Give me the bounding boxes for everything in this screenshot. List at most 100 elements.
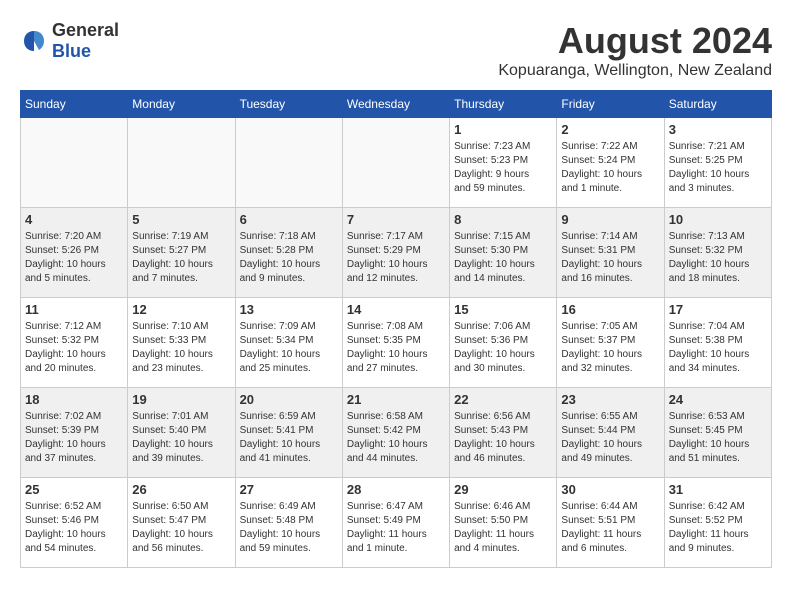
day-number: 28	[347, 482, 445, 497]
day-info: Sunrise: 6:50 AM Sunset: 5:47 PM Dayligh…	[132, 500, 230, 556]
day-number: 23	[561, 392, 659, 407]
calendar-cell: 12 Sunrise: 7:10 AM Sunset: 5:33 PM Dayli…	[128, 298, 235, 388]
weekday-header-row: SundayMondayTuesdayWednesdayThursdayFrid…	[21, 91, 772, 118]
calendar-cell: 1 Sunrise: 7:23 AM Sunset: 5:23 PM Daylig…	[450, 118, 557, 208]
calendar-cell: 25 Sunrise: 6:52 AM Sunset: 5:46 PM Dayli…	[21, 478, 128, 568]
calendar-cell	[235, 118, 342, 208]
calendar-cell: 28 Sunrise: 6:47 AM Sunset: 5:49 PM Dayli…	[342, 478, 449, 568]
day-number: 2	[561, 122, 659, 137]
calendar-cell: 31Sunrise: 6:42 AM Sunset: 5:52 PM Dayli…	[664, 478, 771, 568]
day-number: 30	[561, 482, 659, 497]
weekday-header-wednesday: Wednesday	[342, 91, 449, 118]
day-number: 17	[669, 302, 767, 317]
day-info: Sunrise: 7:15 AM Sunset: 5:30 PM Dayligh…	[454, 230, 552, 286]
page-header: General Blue August 2024 Kopuaranga, Wel…	[20, 20, 772, 80]
calendar-cell: 19 Sunrise: 7:01 AM Sunset: 5:40 PM Dayli…	[128, 388, 235, 478]
calendar-cell: 17 Sunrise: 7:04 AM Sunset: 5:38 PM Dayli…	[664, 298, 771, 388]
day-number: 20	[240, 392, 338, 407]
day-number: 19	[132, 392, 230, 407]
logo: General Blue	[20, 20, 119, 62]
day-number: 18	[25, 392, 123, 407]
day-info: Sunrise: 6:42 AM Sunset: 5:52 PM Dayligh…	[669, 500, 767, 556]
calendar-cell: 18 Sunrise: 7:02 AM Sunset: 5:39 PM Dayli…	[21, 388, 128, 478]
weekday-header-saturday: Saturday	[664, 91, 771, 118]
calendar-cell: 4Sunrise: 7:20 AM Sunset: 5:26 PM Daylig…	[21, 208, 128, 298]
day-number: 13	[240, 302, 338, 317]
calendar-cell: 21 Sunrise: 6:58 AM Sunset: 5:42 PM Dayli…	[342, 388, 449, 478]
day-number: 10	[669, 212, 767, 227]
day-number: 9	[561, 212, 659, 227]
weekday-header-thursday: Thursday	[450, 91, 557, 118]
day-info: Sunrise: 7:01 AM Sunset: 5:40 PM Dayligh…	[132, 410, 230, 466]
day-number: 21	[347, 392, 445, 407]
calendar-cell: 11 Sunrise: 7:12 AM Sunset: 5:32 PM Dayli…	[21, 298, 128, 388]
calendar-cell: 2 Sunrise: 7:22 AM Sunset: 5:24 PM Daylig…	[557, 118, 664, 208]
day-info: Sunrise: 7:17 AM Sunset: 5:29 PM Dayligh…	[347, 230, 445, 286]
day-info: Sunrise: 6:58 AM Sunset: 5:42 PM Dayligh…	[347, 410, 445, 466]
calendar-cell: 20 Sunrise: 6:59 AM Sunset: 5:41 PM Dayli…	[235, 388, 342, 478]
calendar-cell: 3Sunrise: 7:21 AM Sunset: 5:25 PM Daylig…	[664, 118, 771, 208]
day-info: Sunrise: 7:18 AM Sunset: 5:28 PM Dayligh…	[240, 230, 338, 286]
day-info: Sunrise: 7:19 AM Sunset: 5:27 PM Dayligh…	[132, 230, 230, 286]
calendar-cell	[342, 118, 449, 208]
calendar-cell: 30Sunrise: 6:44 AM Sunset: 5:51 PM Dayli…	[557, 478, 664, 568]
calendar-week-row: 4Sunrise: 7:20 AM Sunset: 5:26 PM Daylig…	[21, 208, 772, 298]
calendar-cell: 27Sunrise: 6:49 AM Sunset: 5:48 PM Dayli…	[235, 478, 342, 568]
day-number: 11	[25, 302, 123, 317]
day-number: 25	[25, 482, 123, 497]
logo-text: General Blue	[52, 20, 119, 62]
calendar-table: SundayMondayTuesdayWednesdayThursdayFrid…	[20, 90, 772, 568]
day-info: Sunrise: 6:52 AM Sunset: 5:46 PM Dayligh…	[25, 500, 123, 556]
day-number: 29	[454, 482, 552, 497]
day-number: 8	[454, 212, 552, 227]
calendar-week-row: 25 Sunrise: 6:52 AM Sunset: 5:46 PM Dayli…	[21, 478, 772, 568]
logo-general: General	[52, 20, 119, 40]
day-number: 22	[454, 392, 552, 407]
calendar-week-row: 1 Sunrise: 7:23 AM Sunset: 5:23 PM Daylig…	[21, 118, 772, 208]
day-info: Sunrise: 7:21 AM Sunset: 5:25 PM Dayligh…	[669, 140, 767, 196]
calendar-cell: 13 Sunrise: 7:09 AM Sunset: 5:34 PM Dayli…	[235, 298, 342, 388]
day-number: 7	[347, 212, 445, 227]
calendar-cell: 16 Sunrise: 7:05 AM Sunset: 5:37 PM Dayli…	[557, 298, 664, 388]
calendar-cell: 7 Sunrise: 7:17 AM Sunset: 5:29 PM Daylig…	[342, 208, 449, 298]
day-info: Sunrise: 6:49 AM Sunset: 5:48 PM Dayligh…	[240, 500, 338, 556]
day-info: Sunrise: 6:47 AM Sunset: 5:49 PM Dayligh…	[347, 500, 445, 556]
calendar-cell: 5 Sunrise: 7:19 AM Sunset: 5:27 PM Daylig…	[128, 208, 235, 298]
day-info: Sunrise: 7:23 AM Sunset: 5:23 PM Dayligh…	[454, 140, 552, 196]
calendar-cell	[128, 118, 235, 208]
day-info: Sunrise: 7:22 AM Sunset: 5:24 PM Dayligh…	[561, 140, 659, 196]
day-number: 15	[454, 302, 552, 317]
calendar-week-row: 18 Sunrise: 7:02 AM Sunset: 5:39 PM Dayli…	[21, 388, 772, 478]
day-number: 14	[347, 302, 445, 317]
day-info: Sunrise: 7:14 AM Sunset: 5:31 PM Dayligh…	[561, 230, 659, 286]
day-number: 1	[454, 122, 552, 137]
location-subtitle: Kopuaranga, Wellington, New Zealand	[498, 62, 772, 80]
month-year-title: August 2024	[498, 20, 772, 62]
day-number: 16	[561, 302, 659, 317]
title-block: August 2024 Kopuaranga, Wellington, New …	[498, 20, 772, 80]
day-info: Sunrise: 6:55 AM Sunset: 5:44 PM Dayligh…	[561, 410, 659, 466]
day-info: Sunrise: 6:59 AM Sunset: 5:41 PM Dayligh…	[240, 410, 338, 466]
day-number: 12	[132, 302, 230, 317]
calendar-cell: 29 Sunrise: 6:46 AM Sunset: 5:50 PM Dayli…	[450, 478, 557, 568]
calendar-cell: 24Sunrise: 6:53 AM Sunset: 5:45 PM Dayli…	[664, 388, 771, 478]
calendar-cell: 26 Sunrise: 6:50 AM Sunset: 5:47 PM Dayli…	[128, 478, 235, 568]
day-number: 26	[132, 482, 230, 497]
day-info: Sunrise: 7:20 AM Sunset: 5:26 PM Dayligh…	[25, 230, 123, 286]
day-info: Sunrise: 7:02 AM Sunset: 5:39 PM Dayligh…	[25, 410, 123, 466]
day-info: Sunrise: 7:12 AM Sunset: 5:32 PM Dayligh…	[25, 320, 123, 376]
day-info: Sunrise: 7:05 AM Sunset: 5:37 PM Dayligh…	[561, 320, 659, 376]
day-info: Sunrise: 7:09 AM Sunset: 5:34 PM Dayligh…	[240, 320, 338, 376]
weekday-header-monday: Monday	[128, 91, 235, 118]
day-info: Sunrise: 6:46 AM Sunset: 5:50 PM Dayligh…	[454, 500, 552, 556]
day-number: 5	[132, 212, 230, 227]
day-info: Sunrise: 6:53 AM Sunset: 5:45 PM Dayligh…	[669, 410, 767, 466]
calendar-cell: 10Sunrise: 7:13 AM Sunset: 5:32 PM Dayli…	[664, 208, 771, 298]
day-info: Sunrise: 7:04 AM Sunset: 5:38 PM Dayligh…	[669, 320, 767, 376]
weekday-header-sunday: Sunday	[21, 91, 128, 118]
day-number: 6	[240, 212, 338, 227]
logo-icon	[20, 27, 48, 55]
calendar-cell: 23 Sunrise: 6:55 AM Sunset: 5:44 PM Dayli…	[557, 388, 664, 478]
day-info: Sunrise: 7:10 AM Sunset: 5:33 PM Dayligh…	[132, 320, 230, 376]
calendar-cell: 14Sunrise: 7:08 AM Sunset: 5:35 PM Dayli…	[342, 298, 449, 388]
